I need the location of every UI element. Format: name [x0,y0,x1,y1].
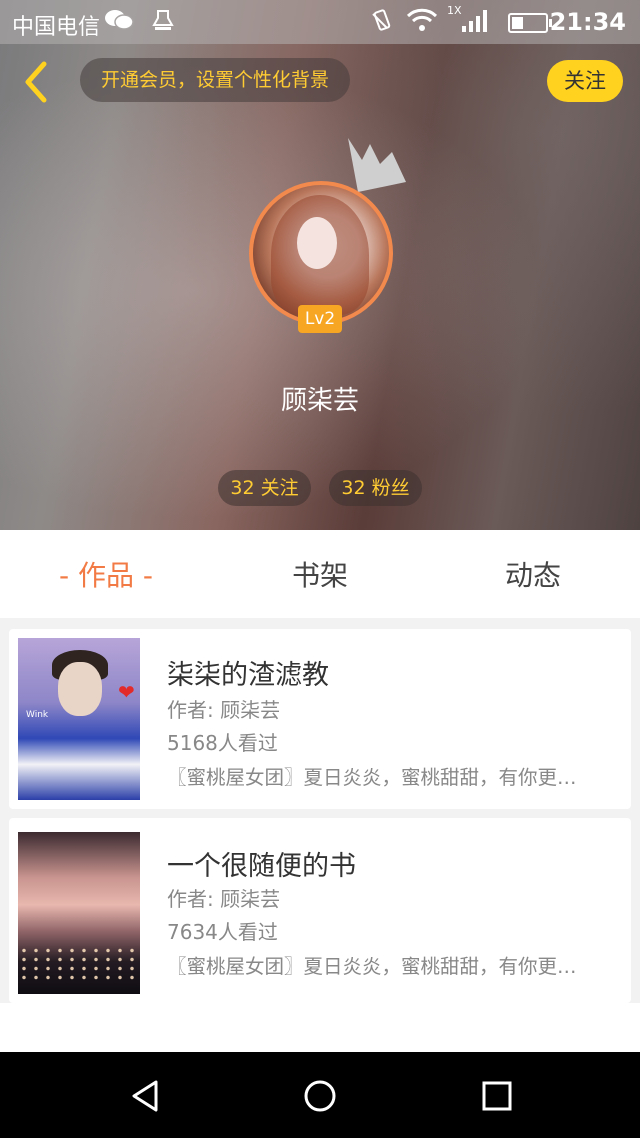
vip-promo-button[interactable]: 开通会员，设置个性化背景 [80,58,350,102]
book-title: 一个很随便的书 [167,851,356,882]
book-description: 〖蜜桃屋女团〗夏日炎炎，蜜桃甜甜，有你更… [167,955,577,978]
heart-icon: ❤ [118,680,135,704]
status-bar: 中国电信 1X 21:34 [0,0,640,44]
cover-text: Wink [26,710,49,720]
wifi-icon [406,8,438,38]
book-title: 柒柒的渣滤教 [167,660,329,691]
level-badge: Lv2 [298,305,342,333]
book-author: 作者: 顾柒芸 [167,887,281,911]
tab-works[interactable]: - 作品 - [16,530,196,618]
follow-button[interactable]: 关注 [547,60,623,102]
battery-level [512,17,523,29]
signal-type-label: 1X [447,4,462,17]
carrier-label: 中国电信 [12,15,101,40]
profile-tabs: - 作品 - 书架 动态 [0,530,640,618]
chevron-left-icon [25,61,47,103]
list-item[interactable]: ❤ Wink 柒柒的渣滤教 作者: 顾柒芸 5168人看过 〖蜜桃屋女团〗夏日炎… [9,629,631,809]
system-nav-bar [0,1052,640,1138]
book-views: 5168人看过 [167,731,278,755]
fans-count-button[interactable]: 32 粉丝 [329,470,422,506]
works-list: ❤ Wink 柒柒的渣滤教 作者: 顾柒芸 5168人看过 〖蜜桃屋女团〗夏日炎… [0,618,640,1003]
avatar[interactable] [249,181,393,325]
book-author: 作者: 顾柒芸 [167,698,281,722]
profile-header: 中国电信 1X 21:34 开通会员，设置个性化背景 关注 Lv2 顾柒芸 32… [0,0,640,530]
back-button[interactable] [18,58,58,106]
clock: 21:34 [549,8,626,36]
book-cover: ❤ Wink [18,638,140,800]
wechat-icon [104,8,134,38]
vibrate-icon [370,8,394,38]
home-circle-icon[interactable] [300,1076,340,1116]
book-description: 〖蜜桃屋女团〗夏日炎炎，蜜桃甜甜，有你更… [167,766,577,789]
notification-icon [152,8,174,38]
battery-icon [508,13,552,33]
back-triangle-icon[interactable] [126,1076,166,1116]
tab-activity[interactable]: 动态 [443,530,623,618]
following-count-button[interactable]: 32 关注 [218,470,311,506]
list-item[interactable]: 一个很随便的书 作者: 顾柒芸 7634人看过 〖蜜桃屋女团〗夏日炎炎，蜜桃甜甜… [9,818,631,1003]
tab-bookshelf[interactable]: 书架 [230,530,410,618]
book-views: 7634人看过 [167,920,278,944]
signal-icon [462,10,488,32]
recents-square-icon[interactable] [477,1076,517,1116]
username: 顾柒芸 [280,386,359,416]
book-cover [18,832,140,994]
